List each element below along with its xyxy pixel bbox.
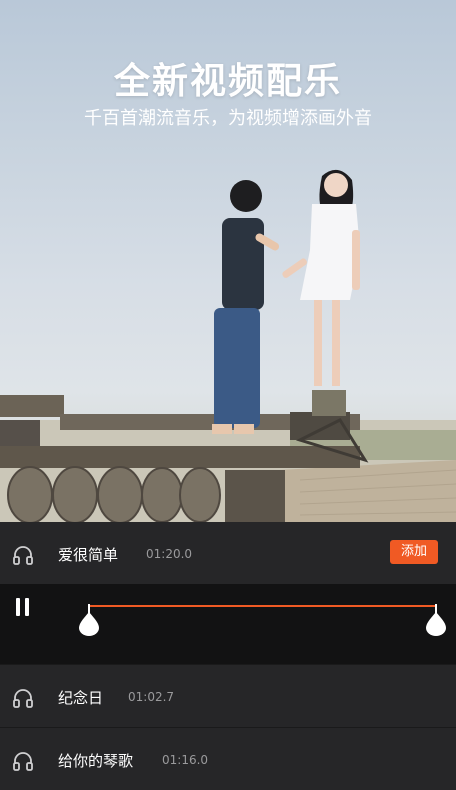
trim-range-bar [88, 605, 436, 607]
list-item[interactable]: 给你的琴歌 01:16.0 [0, 727, 456, 790]
music-player [0, 584, 456, 664]
trim-end-handle[interactable] [426, 604, 446, 636]
list-item[interactable]: 爱很简单 01:20.0 添加 [0, 522, 456, 584]
song-duration: 01:16.0 [162, 753, 209, 767]
list-item[interactable]: 纪念日 01:02.7 [0, 664, 456, 727]
music-list: 爱很简单 01:20.0 添加 纪念日 01:02.7 给你的琴歌 01:16.… [0, 522, 456, 790]
headphones-icon [13, 752, 33, 771]
song-title: 纪念日 [58, 689, 104, 707]
song-duration: 01:02.7 [128, 690, 175, 704]
pause-icon[interactable] [14, 598, 32, 618]
song-duration: 01:20.0 [146, 547, 193, 561]
song-title: 给你的琴歌 [58, 752, 134, 770]
song-title: 爱很简单 [58, 546, 119, 564]
hero-banner: 全新视频配乐 千百首潮流音乐，为视频增添画外音 [0, 0, 456, 522]
headphones-icon [13, 689, 33, 708]
hero-subtitle: 千百首潮流音乐，为视频增添画外音 [84, 108, 372, 129]
headphones-icon [13, 546, 33, 565]
trim-start-handle[interactable] [79, 604, 99, 636]
hero-title: 全新视频配乐 [113, 61, 342, 102]
add-music-button[interactable]: 添加 [390, 540, 438, 564]
